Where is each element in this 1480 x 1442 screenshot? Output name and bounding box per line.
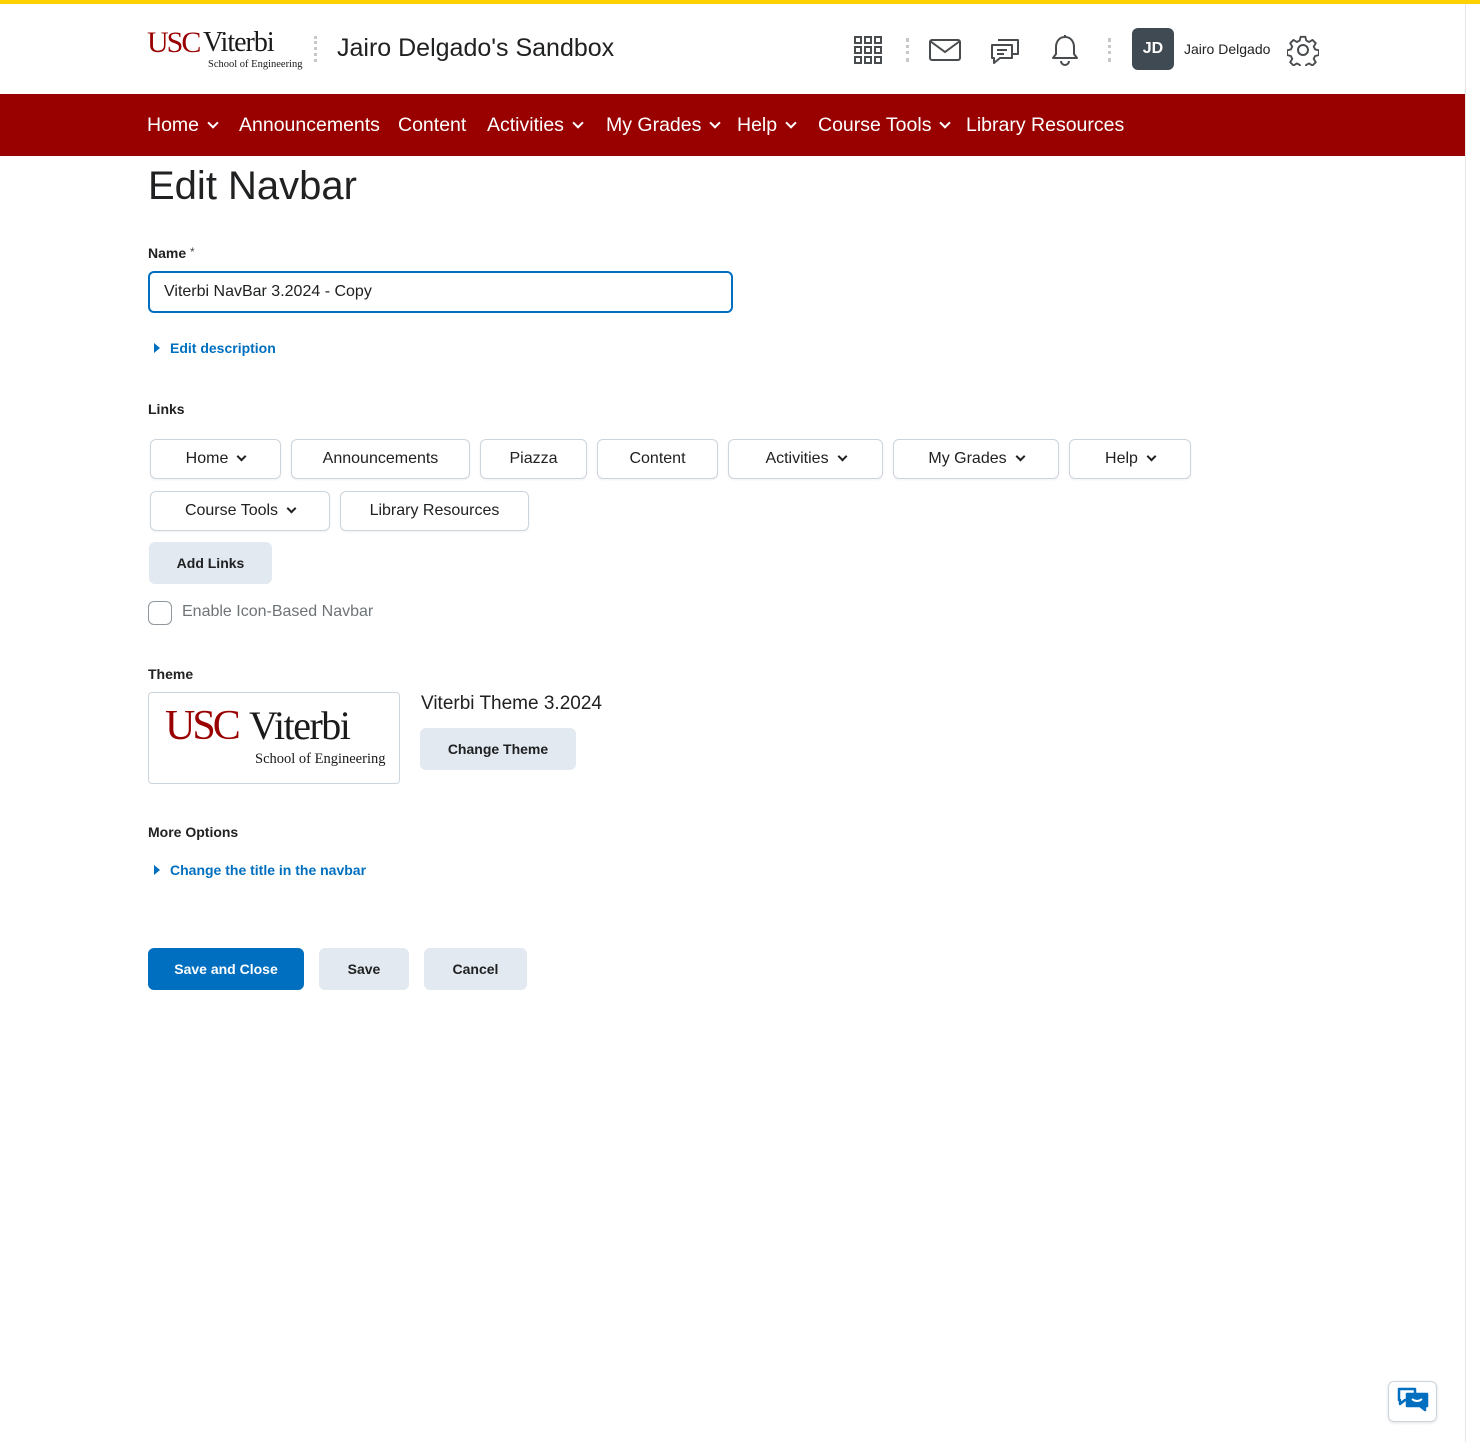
minibar-header: USC Viterbi School of Engineering Jairo …	[0, 4, 1465, 94]
nav-item-library-resources[interactable]: Library Resources	[966, 94, 1124, 156]
change-title-toggle[interactable]: Change the title in the navbar	[148, 862, 366, 878]
theme-logo-school-text: School of Engineering	[255, 751, 386, 767]
chevron-down-icon	[207, 116, 219, 129]
nav-item-announcements[interactable]: Announcements	[239, 94, 380, 156]
link-chip-label: My Grades	[928, 450, 1007, 467]
icon-navbar-label: Enable Icon-Based Navbar	[182, 603, 374, 620]
chevron-down-icon	[572, 116, 584, 129]
link-chip-my-grades[interactable]: My Grades	[893, 439, 1059, 479]
nav-item-label: Library Resources	[966, 114, 1125, 136]
nav-item-my-grades[interactable]: My Grades	[606, 94, 722, 156]
chevron-down-icon	[709, 116, 722, 129]
caret-right-icon	[154, 865, 160, 875]
logo-school-text: School of Engineering	[208, 59, 303, 70]
required-mark: *	[190, 245, 195, 259]
avatar[interactable]: JD	[1132, 28, 1174, 70]
link-chip-label: Activities	[765, 450, 829, 467]
usc-viterbi-logo[interactable]: USC Viterbi School of Engineering	[147, 26, 303, 74]
cancel-button[interactable]: Cancel	[424, 948, 527, 990]
nav-item-help[interactable]: Help	[737, 94, 797, 156]
link-chip-label: Home	[185, 450, 229, 467]
save-button[interactable]: Save	[319, 948, 409, 990]
add-links-button[interactable]: Add Links	[149, 542, 272, 584]
nav-item-label: Announcements	[239, 114, 380, 136]
link-chip-course-tools[interactable]: Course Tools	[150, 491, 330, 531]
chat-bubbles-icon[interactable]	[986, 30, 1024, 70]
course-navbar: Home Announcements Content Activities My…	[0, 94, 1465, 156]
nav-item-course-tools[interactable]: Course Tools	[818, 94, 952, 156]
change-title-label: Change the title in the navbar	[170, 862, 367, 878]
mail-icon[interactable]	[926, 32, 964, 68]
bell-icon[interactable]	[1046, 30, 1084, 70]
link-chip-help[interactable]: Help	[1069, 439, 1191, 479]
chevron-down-icon	[1146, 451, 1157, 462]
link-chip-label: Library Resources	[369, 502, 500, 519]
link-chip-label: Content	[629, 450, 686, 467]
link-chip-activities[interactable]: Activities	[728, 439, 883, 479]
link-chip-piazza[interactable]: Piazza	[480, 439, 587, 479]
nav-item-content[interactable]: Content	[398, 94, 466, 156]
theme-preview: USC Viterbi School of Engineering	[148, 692, 400, 784]
change-theme-button[interactable]: Change Theme	[420, 728, 576, 770]
nav-item-label: My Grades	[606, 114, 702, 136]
chat-support-button[interactable]	[1388, 1381, 1437, 1422]
name-label: Name *	[148, 245, 195, 261]
nav-item-label: Course Tools	[818, 114, 932, 136]
nav-item-activities[interactable]: Activities	[487, 94, 584, 156]
link-chip-label: Piazza	[509, 450, 558, 467]
link-chip-announcements[interactable]: Announcements	[291, 439, 470, 479]
user-name[interactable]: Jairo Delgado	[1184, 41, 1270, 57]
theme-logo-viterbi-text: Viterbi	[249, 703, 351, 748]
nav-item-label: Content	[398, 114, 467, 136]
header-divider	[906, 38, 909, 62]
chevron-down-icon	[1015, 451, 1026, 462]
link-chip-library-resources[interactable]: Library Resources	[340, 491, 529, 531]
link-chip-label: Announcements	[322, 450, 439, 467]
link-chip-home[interactable]: Home	[150, 439, 281, 479]
header-divider	[1108, 38, 1111, 62]
edit-description-label: Edit description	[170, 340, 276, 356]
chevron-down-icon	[837, 451, 848, 462]
course-title[interactable]: Jairo Delgado's Sandbox	[337, 34, 614, 63]
nav-item-home[interactable]: Home	[147, 94, 219, 156]
more-options-label: More Options	[148, 824, 239, 840]
icon-navbar-checkbox[interactable]	[148, 601, 172, 625]
chevron-down-icon	[785, 116, 797, 129]
chevron-down-icon	[236, 451, 247, 462]
links-label: Links	[148, 401, 185, 417]
nav-item-label: Activities	[487, 114, 564, 136]
gear-icon[interactable]	[1284, 30, 1322, 70]
header-divider	[314, 36, 317, 62]
theme-logo-usc-text: USC	[165, 703, 241, 749]
logo-usc-text: USC	[147, 26, 201, 59]
chevron-down-icon	[286, 503, 297, 514]
chat-support-icon	[1397, 1386, 1429, 1417]
caret-right-icon	[154, 343, 160, 353]
page-title: Edit Navbar	[148, 164, 357, 208]
link-chip-label: Course Tools	[184, 502, 279, 519]
name-label-text: Name	[148, 245, 187, 261]
logo-viterbi-text: Viterbi	[203, 27, 275, 58]
chevron-down-icon	[939, 116, 952, 129]
theme-name: Viterbi Theme 3.2024	[421, 693, 602, 714]
save-and-close-button[interactable]: Save and Close	[148, 948, 304, 990]
link-chip-label: Help	[1105, 450, 1138, 467]
waffle-grid-icon[interactable]	[850, 32, 886, 68]
page-scrollbar[interactable]	[1465, 4, 1480, 1442]
nav-item-label: Home	[147, 114, 200, 136]
nav-item-label: Help	[737, 114, 778, 136]
edit-description-toggle[interactable]: Edit description	[148, 340, 276, 356]
theme-label: Theme	[148, 666, 194, 682]
link-chip-content[interactable]: Content	[597, 439, 718, 479]
name-input[interactable]	[148, 271, 733, 313]
